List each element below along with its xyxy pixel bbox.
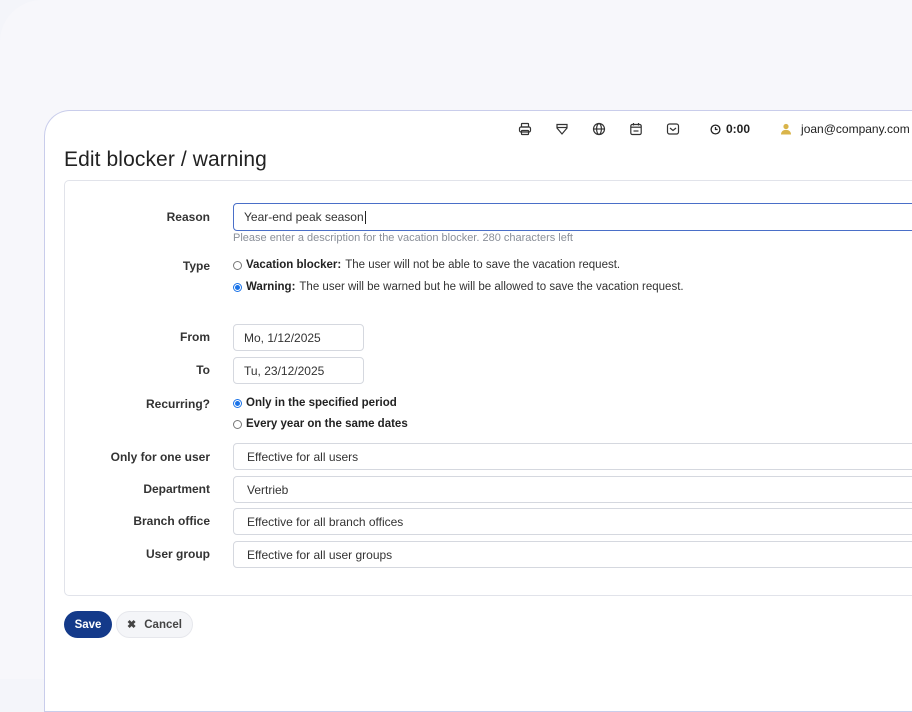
radio-warning[interactable] — [233, 282, 242, 292]
option-title: Vacation blocker: — [246, 259, 342, 271]
radio-specified-period[interactable] — [233, 398, 242, 408]
recurring-option-yearly[interactable]: Every year on the same dates — [233, 418, 412, 430]
to-date-value: Tu, 23/12/2025 — [244, 363, 325, 378]
clock-icon — [710, 123, 721, 135]
top-toolbar: 0:00 joan@company.com — [518, 119, 910, 139]
from-date-input[interactable]: Mo, 1/12/2025 — [233, 324, 364, 351]
reason-input[interactable]: Year-end peak season — [233, 203, 912, 231]
user-group-label: User group — [145, 547, 210, 561]
reason-label: Reason — [166, 210, 210, 224]
from-date-value: Mo, 1/12/2025 — [244, 330, 321, 345]
department-select[interactable]: Vertrieb — [233, 476, 912, 503]
page-title: Edit blocker / warning — [64, 148, 267, 171]
type-option-vacation-blocker[interactable]: Vacation blocker: The user will not be a… — [233, 259, 620, 271]
branch-office-value: Effective for all branch offices — [247, 514, 404, 529]
department-value: Vertrieb — [247, 482, 289, 497]
save-button[interactable]: Save — [64, 611, 112, 638]
option-title: Only in the specified period — [246, 397, 397, 409]
only-user-select[interactable]: Effective for all users — [233, 443, 912, 470]
type-option-warning[interactable]: Warning: The user will be warned but he … — [233, 281, 684, 293]
calendar-icon[interactable] — [629, 122, 643, 136]
user-email: joan@company.com — [801, 122, 910, 136]
recurring-option-specified[interactable]: Only in the specified period — [233, 397, 401, 409]
only-user-value: Effective for all users — [247, 449, 359, 464]
timer-value: 0:00 — [726, 122, 751, 136]
option-title: Every year on the same dates — [246, 418, 408, 430]
close-icon: ✖ — [127, 619, 137, 631]
cancel-label: Cancel — [144, 618, 182, 631]
radio-vacation-blocker[interactable] — [233, 260, 242, 270]
inbox-icon[interactable] — [666, 122, 680, 136]
timer[interactable]: 0:00 — [710, 122, 750, 136]
text-caret — [364, 210, 366, 224]
cancel-button[interactable]: ✖ Cancel — [116, 611, 193, 638]
radio-every-year[interactable] — [233, 419, 242, 429]
type-label: Type — [182, 259, 210, 273]
user-group-select[interactable]: Effective for all user groups — [233, 541, 912, 568]
printer-icon[interactable] — [518, 122, 532, 136]
only-user-label: Only for one user — [110, 450, 210, 464]
recurring-label: Recurring? — [145, 397, 210, 411]
user-menu[interactable]: joan@company.com — [780, 122, 910, 136]
option-desc: The user will not be able to save the va… — [345, 259, 621, 271]
from-label: From — [180, 330, 210, 344]
branch-office-select[interactable]: Effective for all branch offices — [233, 508, 912, 535]
reason-help: Please enter a description for the vacat… — [233, 232, 573, 244]
option-title: Warning: — [246, 281, 296, 293]
to-date-input[interactable]: Tu, 23/12/2025 — [233, 357, 364, 384]
option-desc: The user will be warned but he will be a… — [299, 281, 684, 293]
to-label: To — [196, 363, 210, 377]
department-label: Department — [143, 482, 210, 496]
globe-icon[interactable] — [592, 122, 606, 136]
user-icon — [781, 123, 792, 135]
branch-office-label: Branch office — [133, 514, 210, 528]
user-group-value: Effective for all user groups — [247, 547, 393, 562]
reason-value: Year-end peak season — [244, 210, 364, 224]
tag-icon[interactable] — [555, 122, 569, 136]
